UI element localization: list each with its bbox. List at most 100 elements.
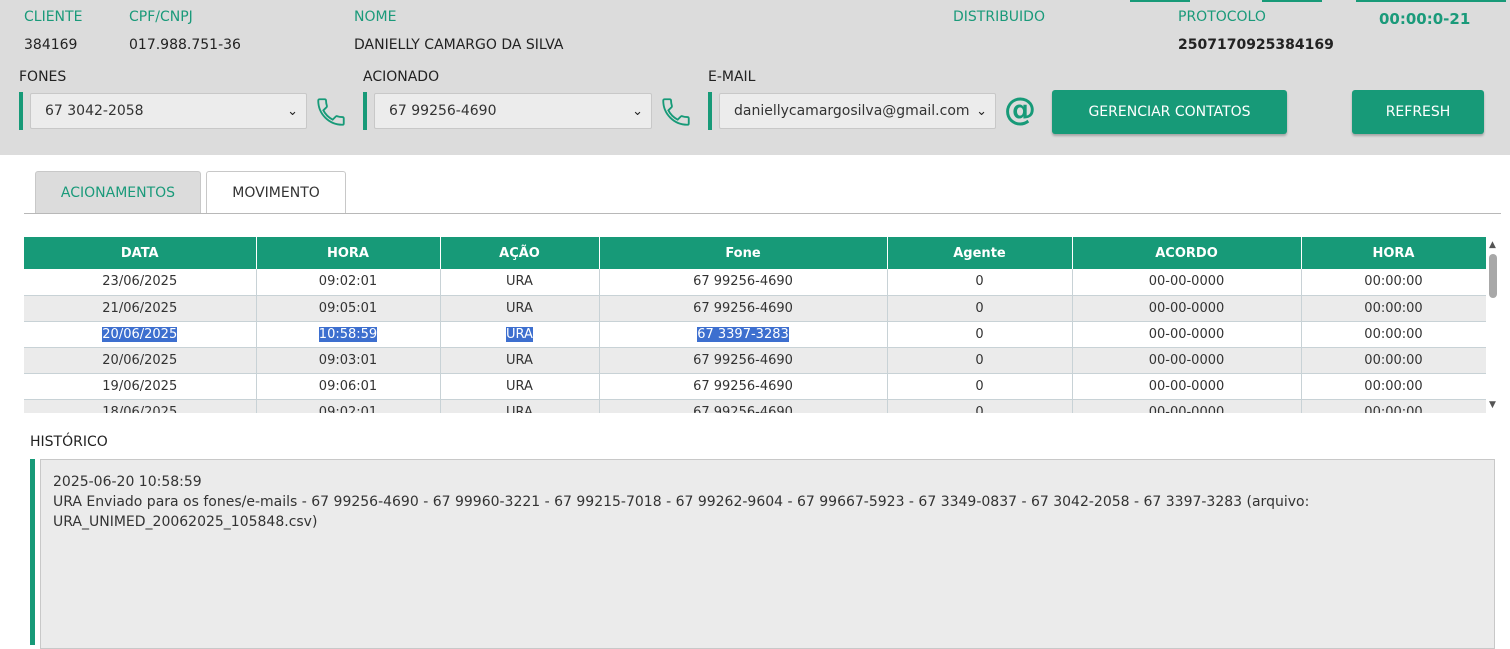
cliente-value: 384169 xyxy=(24,37,78,53)
table-cell: 00:00:00 xyxy=(1301,347,1486,374)
email-select-value: daniellycamargosilva@gmail.com xyxy=(734,103,970,119)
table-cell: 67 3397-3283 xyxy=(599,321,888,348)
column-header-acao[interactable]: AÇÃO xyxy=(440,237,600,269)
cliente-label: CLIENTE xyxy=(24,9,83,25)
table-cell: 67 99256-4690 xyxy=(599,295,888,322)
table-row[interactable]: 18/06/2025 09:02:01 URA 67 99256-4690 0 … xyxy=(24,399,1486,413)
table-cell: 67 99256-4690 xyxy=(599,269,888,296)
column-header-data[interactable]: DATA xyxy=(24,237,257,269)
email-select[interactable]: daniellycamargosilva@gmail.com ⌄ xyxy=(719,93,996,129)
tabs-divider xyxy=(24,213,1501,214)
acionamentos-table: DATA HORA AÇÃO Fone Agente ACORDO HORA 2… xyxy=(24,237,1486,413)
column-header-fone[interactable]: Fone xyxy=(599,237,888,269)
table-cell: 20/06/2025 xyxy=(24,321,257,348)
tab-acionamentos[interactable]: ACIONAMENTOS xyxy=(35,171,201,214)
table-scrollbar[interactable]: ▲ ▼ xyxy=(1487,237,1501,413)
table-cell: 00:00:00 xyxy=(1301,295,1486,322)
table-row[interactable]: 19/06/2025 09:06:01 URA 67 99256-4690 0 … xyxy=(24,373,1486,400)
distribuido-label: DISTRIBUIDO xyxy=(953,9,1045,25)
nome-label: NOME xyxy=(354,9,397,25)
table-cell: 21/06/2025 xyxy=(24,295,257,322)
column-header-acordo[interactable]: ACORDO xyxy=(1072,237,1302,269)
column-header-hora-acordo[interactable]: HORA xyxy=(1301,237,1486,269)
chevron-down-icon: ⌄ xyxy=(632,103,643,119)
table-row-selected[interactable]: 20/06/2025 10:58:59 URA 67 3397-3283 0 0… xyxy=(24,321,1486,348)
table-row[interactable]: 21/06/2025 09:05:01 URA 67 99256-4690 0 … xyxy=(24,295,1486,322)
historico-line: URA Enviado para os fones/e-mails - 67 9… xyxy=(53,494,1310,510)
phone-icon[interactable] xyxy=(659,95,693,129)
top-strip xyxy=(1356,0,1506,2)
table-cell: 00:00:00 xyxy=(1301,373,1486,400)
table-cell: 67 99256-4690 xyxy=(599,347,888,374)
table-cell: 0 xyxy=(887,321,1073,348)
cpf-label: CPF/CNPJ xyxy=(129,9,193,25)
table-cell: URA xyxy=(440,295,600,322)
fones-select-value: 67 3042-2058 xyxy=(45,103,144,119)
gerenciar-contatos-button[interactable]: GERENCIAR CONTATOS xyxy=(1052,90,1287,134)
timer: 00:00:0-21 xyxy=(1379,10,1471,28)
chevron-down-icon: ⌄ xyxy=(287,103,298,119)
historico-textarea[interactable]: 2025-06-20 10:58:59 URA Enviado para os … xyxy=(40,459,1495,649)
top-strip xyxy=(1130,0,1190,2)
table-cell: 19/06/2025 xyxy=(24,373,257,400)
table-cell: 10:58:59 xyxy=(256,321,441,348)
header-panel: CLIENTE 384169 CPF/CNPJ 017.988.751-36 N… xyxy=(0,0,1510,155)
historico-label: HISTÓRICO xyxy=(30,434,108,450)
table-cell: 0 xyxy=(887,269,1073,296)
acionado-select-value: 67 99256-4690 xyxy=(389,103,497,119)
table-cell: URA xyxy=(440,373,600,400)
table-cell: 00-00-0000 xyxy=(1072,321,1302,348)
table-cell: 00:00:00 xyxy=(1301,399,1486,413)
acionado-label: ACIONADO xyxy=(363,69,440,85)
top-strip xyxy=(1262,0,1322,2)
column-header-agente[interactable]: Agente xyxy=(887,237,1073,269)
table-cell: 00-00-0000 xyxy=(1072,347,1302,374)
scroll-down-icon[interactable]: ▼ xyxy=(1489,400,1496,410)
table-cell: 18/06/2025 xyxy=(24,399,257,413)
table-cell: 09:02:01 xyxy=(256,269,441,296)
scrollbar-thumb[interactable] xyxy=(1489,254,1497,298)
table-header-row: DATA HORA AÇÃO Fone Agente ACORDO HORA xyxy=(24,237,1486,269)
table-cell: 09:05:01 xyxy=(256,295,441,322)
phone-icon[interactable] xyxy=(314,95,348,129)
nome-value: DANIELLY CAMARGO DA SILVA xyxy=(354,37,564,53)
table-cell: 00-00-0000 xyxy=(1072,373,1302,400)
fones-select[interactable]: 67 3042-2058 ⌄ xyxy=(30,93,307,129)
at-sign-icon[interactable]: @ xyxy=(1004,90,1036,128)
column-header-hora[interactable]: HORA xyxy=(256,237,441,269)
acionado-accent xyxy=(363,92,367,130)
table-cell: URA xyxy=(440,399,600,413)
chevron-down-icon: ⌄ xyxy=(976,103,987,119)
table-cell: 23/06/2025 xyxy=(24,269,257,296)
table-cell: 09:03:01 xyxy=(256,347,441,374)
table-cell: URA xyxy=(440,321,600,348)
protocolo-label: PROTOCOLO xyxy=(1178,9,1266,25)
table-cell: 00-00-0000 xyxy=(1072,399,1302,413)
cpf-value: 017.988.751-36 xyxy=(129,37,241,53)
table-cell: 09:02:01 xyxy=(256,399,441,413)
table-cell: 67 99256-4690 xyxy=(599,373,888,400)
table-cell: 00:00:00 xyxy=(1301,269,1486,296)
refresh-button[interactable]: REFRESH xyxy=(1352,90,1484,134)
acionado-select[interactable]: 67 99256-4690 ⌄ xyxy=(374,93,652,129)
table-cell: URA xyxy=(440,347,600,374)
tab-movimento[interactable]: MOVIMENTO xyxy=(206,171,346,214)
table-cell: 00:00:00 xyxy=(1301,321,1486,348)
fones-label: FONES xyxy=(19,69,67,85)
table-cell: 0 xyxy=(887,373,1073,400)
table-cell: 0 xyxy=(887,295,1073,322)
table-cell: 20/06/2025 xyxy=(24,347,257,374)
historico-line: 2025-06-20 10:58:59 xyxy=(53,474,202,490)
table-row[interactable]: 20/06/2025 09:03:01 URA 67 99256-4690 0 … xyxy=(24,347,1486,374)
table-cell: 00-00-0000 xyxy=(1072,295,1302,322)
table-cell: 00-00-0000 xyxy=(1072,269,1302,296)
email-label: E-MAIL xyxy=(708,69,756,85)
table-cell: 0 xyxy=(887,399,1073,413)
fones-accent xyxy=(19,92,23,130)
table-cell: 67 99256-4690 xyxy=(599,399,888,413)
protocolo-value: 2507170925384169 xyxy=(1178,37,1334,53)
table-row[interactable]: 23/06/2025 09:02:01 URA 67 99256-4690 0 … xyxy=(24,269,1486,296)
table-cell: 09:06:01 xyxy=(256,373,441,400)
scroll-up-icon[interactable]: ▲ xyxy=(1489,240,1496,250)
historico-line: URA_UNIMED_20062025_105848.csv) xyxy=(53,514,318,530)
